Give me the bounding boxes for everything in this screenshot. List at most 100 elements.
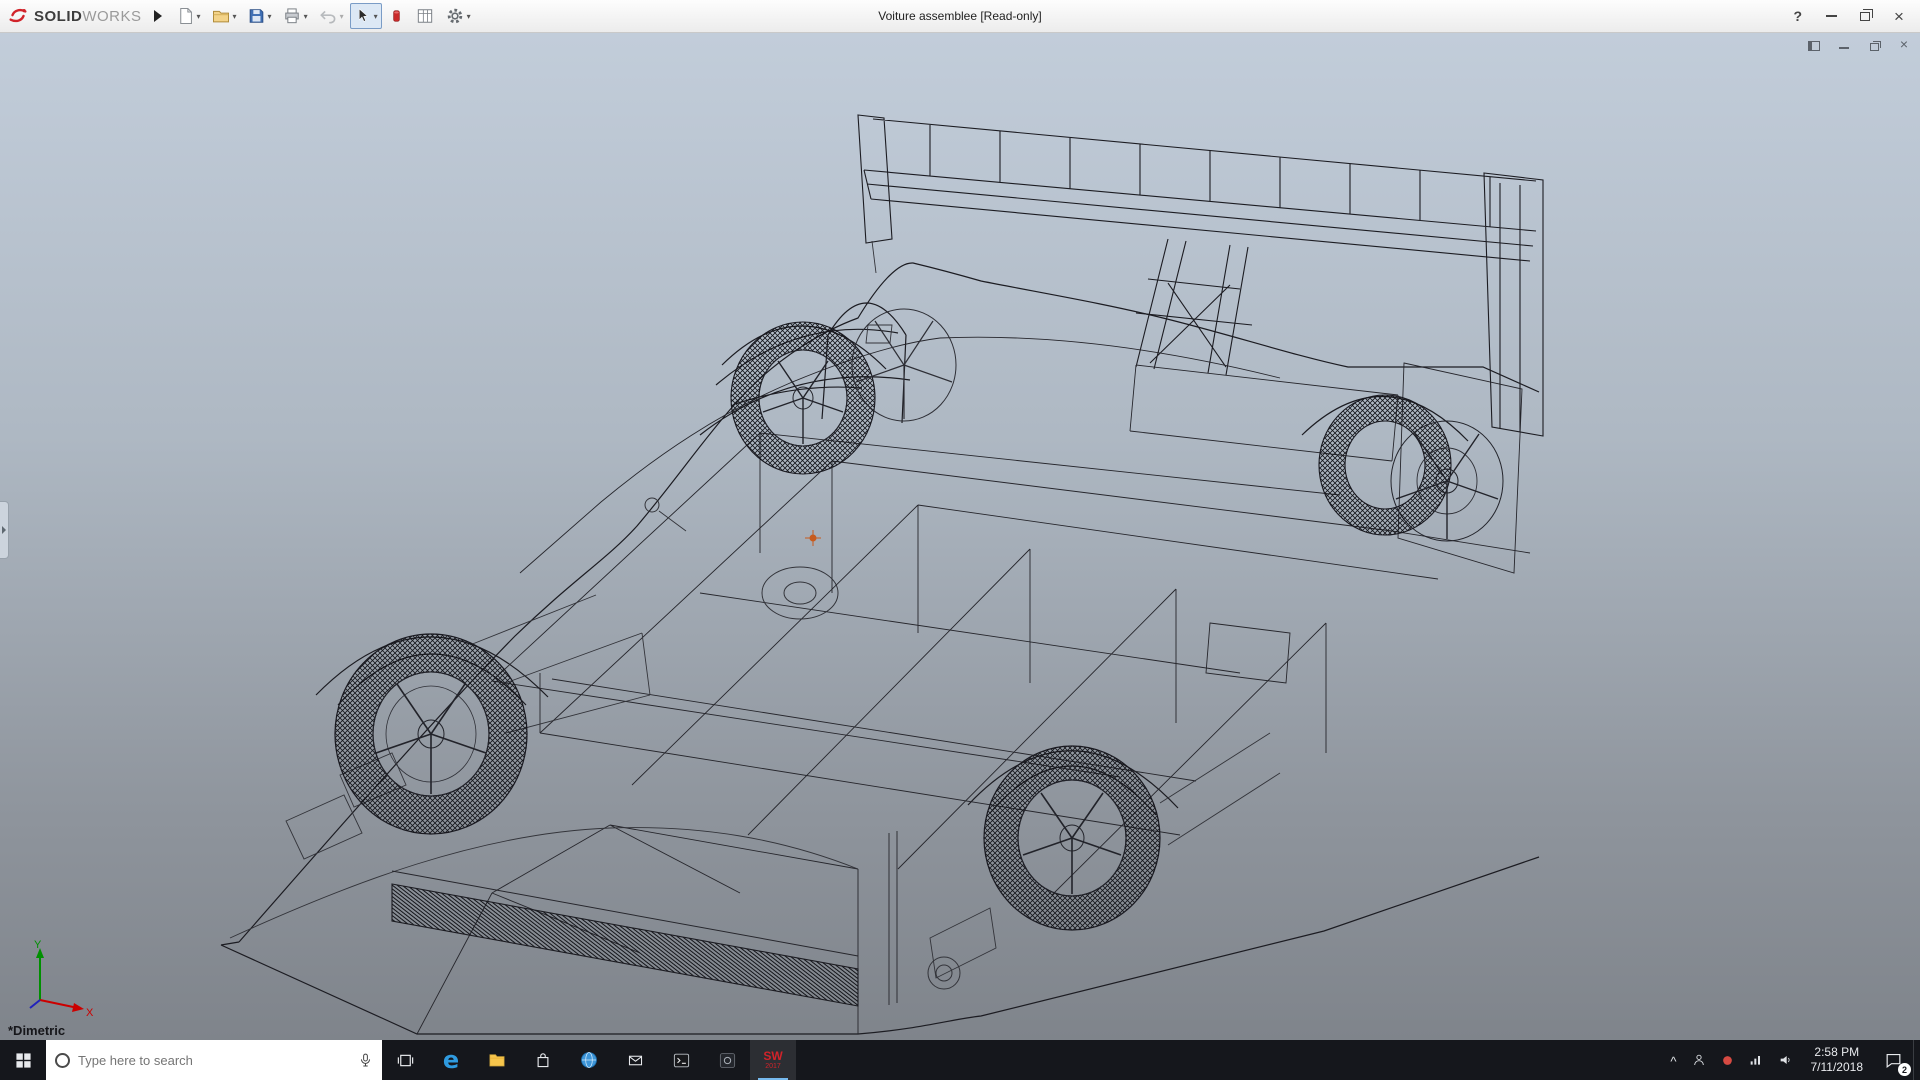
dropdown-caret-icon[interactable]: ▾ bbox=[304, 12, 308, 21]
doc-close-icon: × bbox=[1900, 37, 1908, 51]
doc-minimize-button[interactable] bbox=[1836, 37, 1852, 51]
microphone-icon[interactable] bbox=[358, 1051, 373, 1069]
solidworks-logo-icon bbox=[6, 5, 30, 27]
design-table-icon bbox=[415, 6, 435, 26]
dropdown-caret-icon[interactable]: ▾ bbox=[340, 12, 344, 21]
dark-app-icon bbox=[718, 1051, 737, 1070]
minimize-icon bbox=[1826, 15, 1837, 17]
document-window-controls: × bbox=[1806, 37, 1912, 51]
brand-text: SOLIDWORKS bbox=[34, 8, 142, 25]
store-button[interactable] bbox=[520, 1040, 566, 1080]
task-view-icon bbox=[396, 1051, 415, 1070]
doc-restore-button[interactable] bbox=[1866, 37, 1882, 51]
command-prompt-button[interactable] bbox=[658, 1040, 704, 1080]
people-button[interactable] bbox=[1684, 1040, 1714, 1080]
store-bag-icon bbox=[534, 1051, 552, 1070]
wheel-front-left bbox=[335, 634, 527, 834]
options-button[interactable]: ▾ bbox=[441, 3, 475, 29]
dropdown-caret-icon[interactable]: ▾ bbox=[374, 12, 378, 21]
cortana-icon bbox=[55, 1053, 70, 1068]
mail-icon bbox=[626, 1052, 645, 1069]
globe-app-button[interactable] bbox=[566, 1040, 612, 1080]
file-explorer-icon bbox=[487, 1051, 507, 1069]
network-icon bbox=[1748, 1052, 1764, 1068]
edge-icon: e bbox=[443, 1046, 459, 1074]
taskbar-clock[interactable]: 2:58 PM 7/11/2018 bbox=[1801, 1040, 1874, 1080]
open-button[interactable]: ▾ bbox=[207, 3, 241, 29]
task-view-button[interactable] bbox=[382, 1040, 428, 1080]
doc-restore-icon bbox=[1870, 43, 1879, 51]
clock-date: 7/11/2018 bbox=[1811, 1060, 1864, 1075]
close-button[interactable]: × bbox=[1884, 5, 1914, 27]
radiator-mesh bbox=[392, 884, 858, 1006]
dark-app-button[interactable] bbox=[704, 1040, 750, 1080]
chevron-up-icon: ^ bbox=[1670, 1054, 1676, 1069]
seat-detail bbox=[762, 567, 838, 619]
print-button[interactable]: ▾ bbox=[278, 3, 312, 29]
panel-toggle-icon bbox=[1808, 41, 1820, 51]
alert-icon bbox=[1721, 1054, 1734, 1067]
globe-app-icon bbox=[579, 1050, 599, 1070]
origin-marker bbox=[805, 530, 821, 546]
wireframe-car-model bbox=[0, 33, 1920, 1040]
solidworks-app-icon: SW 2017 bbox=[763, 1050, 782, 1070]
select-tool-button[interactable]: ▾ bbox=[350, 3, 382, 29]
select-cursor-icon bbox=[354, 6, 372, 26]
dropdown-caret-icon[interactable]: ▾ bbox=[233, 12, 237, 21]
file-explorer-button[interactable] bbox=[474, 1040, 520, 1080]
search-input[interactable] bbox=[78, 1053, 350, 1068]
orientation-triad: Y X bbox=[22, 938, 102, 1018]
undo-button[interactable]: ▾ bbox=[314, 3, 348, 29]
start-button[interactable] bbox=[0, 1040, 46, 1080]
save-floppy-icon bbox=[247, 6, 266, 26]
panel-toggle-button[interactable] bbox=[1806, 37, 1822, 51]
notification-badge: 2 bbox=[1898, 1063, 1911, 1076]
command-prompt-icon bbox=[672, 1051, 691, 1070]
mirror-icon bbox=[645, 498, 659, 512]
doc-close-button[interactable]: × bbox=[1896, 37, 1912, 51]
print-icon bbox=[282, 6, 302, 26]
network-button[interactable] bbox=[1741, 1040, 1771, 1080]
action-center-button[interactable]: 2 bbox=[1873, 1040, 1913, 1080]
restore-icon bbox=[1860, 12, 1870, 21]
main-toolbar: ▾ ▾ ▾ ▾ ▾ bbox=[172, 3, 475, 29]
solidworks-brand: SOLIDWORKS bbox=[6, 5, 142, 27]
new-document-icon bbox=[176, 6, 195, 26]
taskbar-search[interactable] bbox=[46, 1040, 382, 1080]
hidden-icons-button[interactable]: ^ bbox=[1663, 1040, 1683, 1080]
restore-button[interactable] bbox=[1850, 5, 1880, 27]
help-button[interactable]: ? bbox=[1783, 8, 1812, 24]
exhaust-detail-inner bbox=[936, 965, 952, 981]
new-document-button[interactable]: ▾ bbox=[172, 3, 205, 29]
view-orientation-label: *Dimetric bbox=[8, 1023, 65, 1038]
options-gear-icon bbox=[445, 6, 465, 26]
titlebar-window-controls: ? × bbox=[1783, 5, 1914, 27]
material-tool-button[interactable] bbox=[384, 3, 409, 29]
seat-detail-inner bbox=[784, 582, 816, 604]
close-icon: × bbox=[1894, 8, 1904, 25]
minimize-button[interactable] bbox=[1816, 5, 1846, 27]
volume-icon bbox=[1778, 1052, 1794, 1068]
menu-flyout-arrow-icon[interactable] bbox=[154, 10, 162, 22]
solidworks-app-button[interactable]: SW 2017 bbox=[750, 1040, 796, 1080]
windows-taskbar: e bbox=[0, 1040, 1920, 1080]
wheel-rear-right bbox=[1319, 395, 1503, 541]
material-red-icon bbox=[388, 6, 405, 26]
wheel-rear-left bbox=[984, 746, 1160, 930]
save-button[interactable]: ▾ bbox=[243, 3, 276, 29]
dropdown-caret-icon[interactable]: ▾ bbox=[268, 12, 272, 21]
alert-tray-button[interactable] bbox=[1714, 1040, 1741, 1080]
exhaust-detail bbox=[928, 957, 960, 989]
document-title: Voiture assemblee [Read-only] bbox=[878, 9, 1041, 23]
wheel-front-right bbox=[731, 309, 956, 474]
volume-button[interactable] bbox=[1771, 1040, 1801, 1080]
people-icon bbox=[1691, 1052, 1707, 1068]
doc-minimize-icon bbox=[1839, 47, 1849, 49]
mail-button[interactable] bbox=[612, 1040, 658, 1080]
edge-button[interactable]: e bbox=[428, 1040, 474, 1080]
dropdown-caret-icon[interactable]: ▾ bbox=[467, 12, 471, 21]
dropdown-caret-icon[interactable]: ▾ bbox=[197, 12, 201, 21]
design-table-button[interactable] bbox=[411, 3, 439, 29]
3d-viewport[interactable]: × bbox=[0, 33, 1920, 1040]
show-desktop-button[interactable] bbox=[1913, 1040, 1920, 1080]
